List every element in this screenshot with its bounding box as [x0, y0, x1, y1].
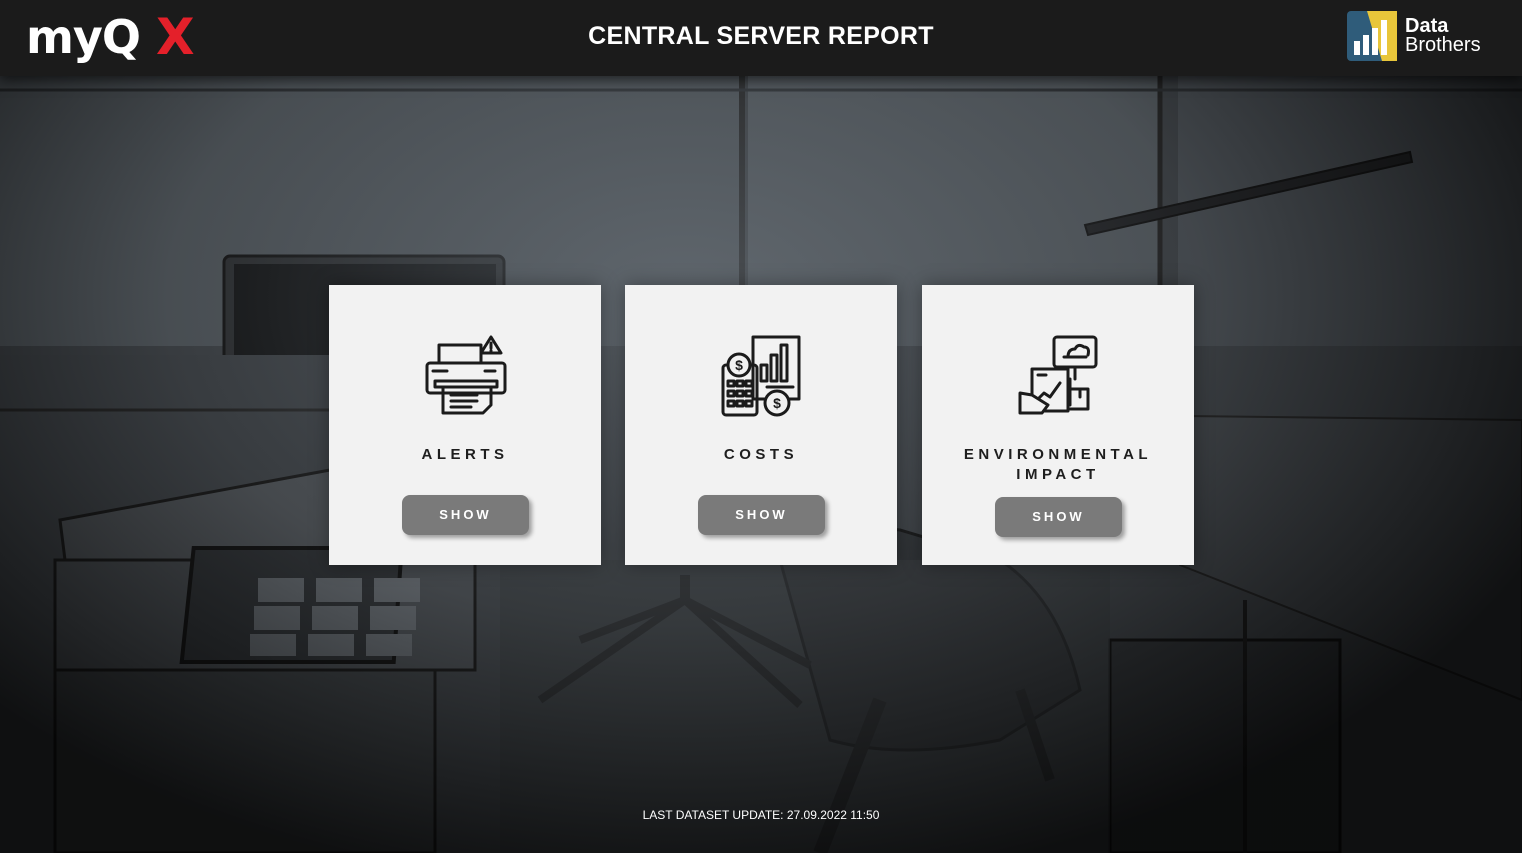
partner-logo-line2: Brothers	[1405, 34, 1481, 56]
alerts-card: ALERTS SHOW	[329, 285, 601, 565]
environmental-impact-show-button[interactable]: SHOW	[995, 497, 1122, 537]
costs-card: $ $ COSTS SHOW	[625, 285, 897, 565]
alerts-show-button[interactable]: SHOW	[402, 495, 529, 535]
last-dataset-update: LAST DATASET UPDATE: 27.09.2022 11:50	[642, 808, 880, 822]
card-title: ENVIRONMENTAL IMPACT	[963, 446, 1153, 483]
environmental-chart-icon	[1018, 335, 1098, 415]
page-title: CENTRAL SERVER REPORT	[588, 22, 934, 50]
header-bar: myQ X CENTRAL SERVER REPORT Data Brother…	[0, 0, 1522, 76]
card-title: ALERTS	[421, 446, 509, 463]
printer-alert-icon	[425, 335, 507, 415]
bar-chart-logo-icon	[1347, 11, 1397, 61]
data-brothers-logo: Data Brothers	[1347, 11, 1481, 61]
card-title: COSTS	[723, 446, 799, 463]
svg-text:$: $	[735, 357, 743, 373]
costs-show-button[interactable]: SHOW	[698, 495, 825, 535]
environmental-impact-card: ENVIRONMENTAL IMPACT SHOW	[922, 285, 1194, 565]
calculator-costs-icon: $ $	[721, 335, 801, 417]
svg-text:$: $	[773, 395, 781, 411]
